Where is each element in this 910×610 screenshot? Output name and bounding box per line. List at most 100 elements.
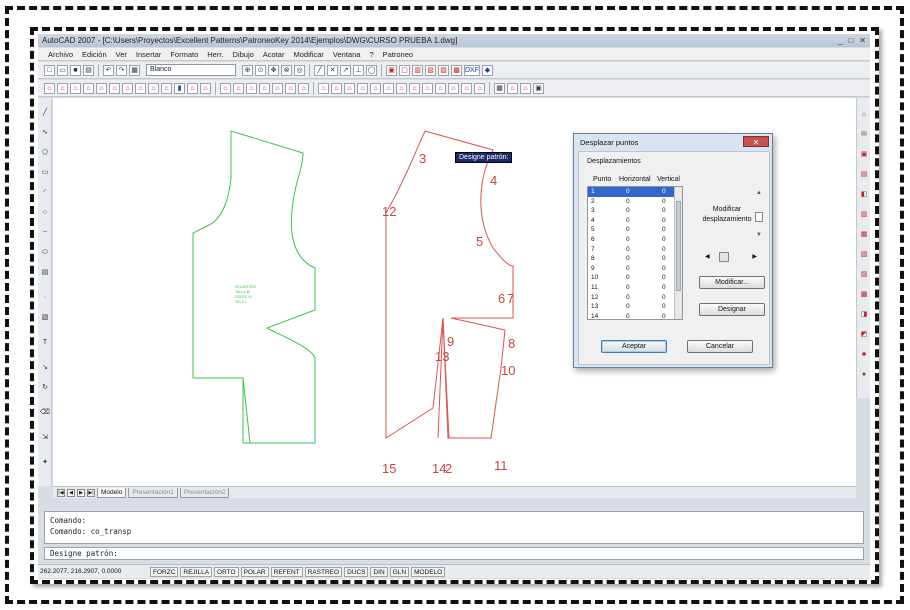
status-modelo[interactable]: MODELO — [411, 566, 446, 577]
list-item[interactable]: 900 — [588, 264, 682, 274]
menu-herr[interactable]: Herr. — [207, 50, 223, 59]
pattern-tool-4-icon[interactable]: ▧ — [425, 64, 436, 76]
right-tool-icon[interactable]: ◨ — [859, 310, 869, 320]
open-file-icon[interactable]: ▭ — [57, 64, 68, 76]
status-orto[interactable]: ORTO — [214, 566, 239, 577]
menu-archivo[interactable]: Archivo — [48, 50, 73, 59]
right-tool-icon[interactable]: ▧ — [859, 250, 869, 260]
patroneo-tool-icon[interactable]: ⌂ — [331, 82, 342, 94]
list-scrollbar-thumb[interactable] — [676, 201, 681, 291]
right-tool-icon[interactable]: ◧ — [859, 190, 869, 200]
right-tool-icon[interactable]: ▣ — [859, 150, 869, 160]
maximize-button[interactable]: □ — [848, 34, 853, 47]
patroneo-tool-icon[interactable]: ⌂ — [233, 82, 244, 94]
dxf-icon[interactable]: DXF — [464, 64, 480, 76]
zoom-extents-icon[interactable]: ⊗ — [281, 64, 292, 76]
draw-polyline-icon[interactable]: ∿ — [40, 128, 50, 138]
tab-presentacion1[interactable]: Presentación1 — [128, 487, 178, 498]
patroneo-tool-icon[interactable]: ⌂ — [409, 82, 420, 94]
list-item[interactable]: 300 — [588, 206, 682, 216]
patroneo-tool-icon[interactable]: ⌂ — [187, 82, 198, 94]
right-tool-icon[interactable]: ♣ — [859, 350, 869, 360]
status-ducs[interactable]: DUCS — [344, 566, 369, 577]
menu-acotar[interactable]: Acotar — [263, 50, 285, 59]
list-item[interactable]: 10 0 0 — [588, 273, 682, 283]
draw-point-icon[interactable]: · — [40, 293, 50, 303]
modify-icon[interactable]: ↘ — [40, 363, 50, 373]
menu-edicion[interactable]: Edición — [82, 50, 107, 59]
pattern-tool-3-icon[interactable]: ▥ — [412, 64, 423, 76]
close-window-button[interactable]: ✕ — [859, 34, 866, 47]
green-pattern-dart[interactable] — [242, 377, 251, 444]
spinner-right-icon[interactable]: ▶ — [752, 253, 757, 260]
perpendicular-icon[interactable]: ⊥ — [353, 64, 364, 76]
status-din[interactable]: DIN — [370, 566, 388, 577]
list-item[interactable]: 14 0 0 — [588, 312, 682, 319]
patroneo-tool-icon[interactable]: ⌂ — [148, 82, 159, 94]
list-scrollbar[interactable] — [674, 187, 682, 319]
right-tool-icon[interactable]: ▨ — [859, 270, 869, 280]
text-icon[interactable]: T — [40, 338, 50, 348]
explode-icon[interactable]: ✦ — [40, 458, 50, 468]
patroneo-tool-icon[interactable]: ⌂ — [272, 82, 283, 94]
right-tool-icon[interactable]: ✉ — [859, 130, 869, 140]
patroneo-tool-icon[interactable]: ⌂ — [83, 82, 94, 94]
patroneo-tool-icon[interactable]: ⌂ — [109, 82, 120, 94]
scale-icon[interactable]: ⇲ — [40, 433, 50, 443]
patroneo-tool-icon[interactable]: ⌂ — [44, 82, 55, 94]
menu-patroneo[interactable]: Patroneo — [383, 50, 413, 59]
list-item[interactable]: 400 — [588, 216, 682, 226]
status-gln[interactable]: GLN — [389, 566, 410, 577]
list-item[interactable]: 11 0 0 — [588, 283, 682, 293]
circle-icon[interactable]: ◯ — [366, 64, 377, 76]
draw-line-icon[interactable]: ╱ — [40, 108, 50, 118]
right-tool-icon[interactable]: ◩ — [859, 330, 869, 340]
list-item[interactable]: 800 — [588, 254, 682, 264]
pattern-tool-6-icon[interactable]: ▩ — [451, 64, 462, 76]
zoom-previous-icon[interactable]: ◎ — [294, 64, 305, 76]
line-icon[interactable]: ╱ — [314, 64, 325, 76]
pattern-tool-1-icon[interactable]: ▣ — [386, 64, 397, 76]
insert-block-icon[interactable]: ▤ — [40, 268, 50, 278]
patroneo-tool-icon[interactable]: ⌂ — [96, 82, 107, 94]
status-polar[interactable]: POLAR — [240, 566, 269, 577]
cancelar-button[interactable]: Cancelar — [687, 340, 753, 353]
hatch-icon[interactable]: ▧ — [40, 313, 50, 323]
patroneo-tool-icon[interactable]: ⌂ — [161, 82, 172, 94]
right-tool-icon[interactable]: ▥ — [859, 210, 869, 220]
draw-spline-icon[interactable]: ~ — [40, 228, 50, 238]
tab-nav-first[interactable]: |◀ — [57, 488, 65, 497]
layer-manager-icon[interactable]: ▦ — [129, 64, 140, 76]
patroneo-tool-icon[interactable]: ⌂ — [122, 82, 133, 94]
patroneo-tool-icon[interactable]: ⌂ — [298, 82, 309, 94]
zoom-window-icon[interactable]: ⊙ — [255, 64, 266, 76]
draw-ellipse-icon[interactable]: ⬭ — [40, 248, 50, 258]
patroneo-tool-icon[interactable]: ⌂ — [370, 82, 381, 94]
tab-presentacion2[interactable]: Presentación2 — [179, 487, 230, 498]
spinner-thumb[interactable] — [719, 252, 729, 262]
undo-icon[interactable]: ↶ — [103, 64, 114, 76]
zoom-icon[interactable]: ⊕ — [242, 64, 253, 76]
patroneo-grid-icon[interactable]: ▦ — [494, 82, 505, 94]
status-refent[interactable]: REFENT — [270, 566, 303, 577]
dialog-close-button[interactable]: ✕ — [743, 136, 769, 147]
status-rejilla[interactable]: REJILLA — [180, 566, 213, 577]
status-forzc[interactable]: FORZC — [150, 566, 179, 577]
list-item[interactable]: 700 — [588, 245, 682, 255]
patroneo-tool-icon[interactable]: ⌂ — [474, 82, 485, 94]
minimize-button[interactable]: _ — [838, 34, 842, 47]
right-tool-icon[interactable]: ▩ — [859, 290, 869, 300]
patroneo-color-icon[interactable]: ▮ — [174, 82, 185, 94]
patroneo-tool-icon[interactable]: ⌂ — [435, 82, 446, 94]
patroneo-tool-icon[interactable]: ⌂ — [507, 82, 518, 94]
patroneo-tool-icon[interactable]: ⌂ — [357, 82, 368, 94]
menu-formato[interactable]: Formato — [170, 50, 198, 59]
draw-arc-icon[interactable]: ◜ — [40, 188, 50, 198]
patroneo-tool-icon[interactable]: ⌂ — [200, 82, 211, 94]
tab-modelo[interactable]: Modelo — [97, 487, 127, 498]
status-rastreo[interactable]: RASTREO — [304, 566, 343, 577]
modificar-desplazamiento-toggle[interactable] — [755, 212, 763, 222]
right-tool-icon[interactable]: ⌂ — [859, 110, 869, 120]
aceptar-button[interactable]: Aceptar — [601, 340, 667, 353]
patroneo-frame-icon[interactable]: ▣ — [533, 82, 544, 94]
